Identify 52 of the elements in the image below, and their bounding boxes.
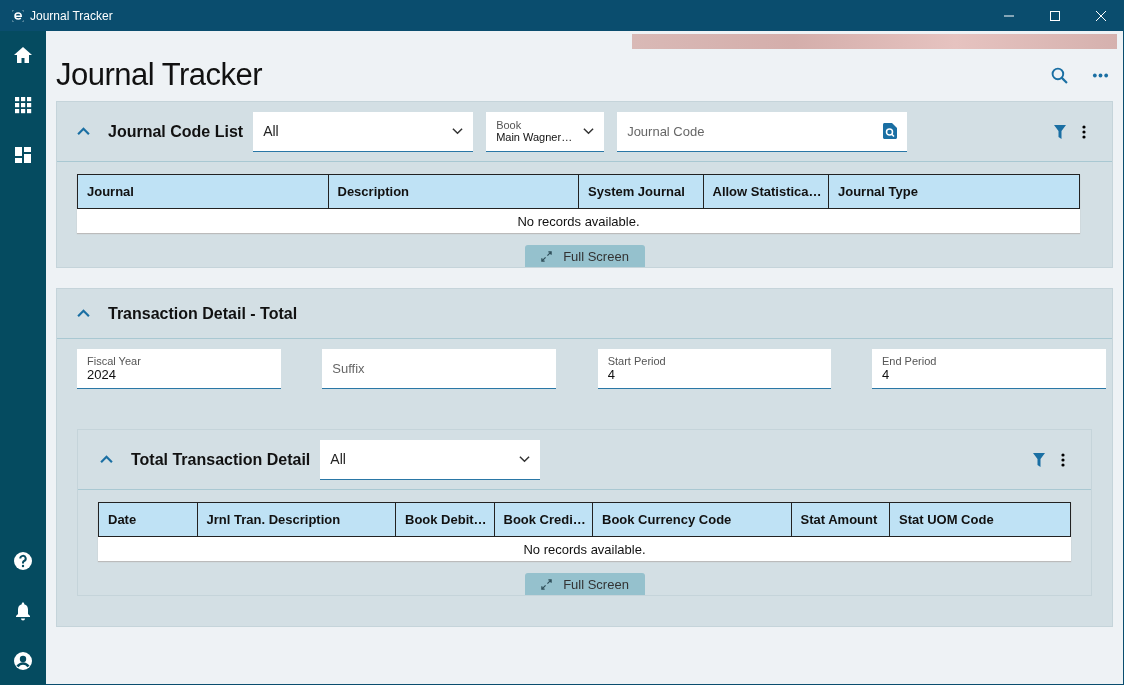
full-screen-button[interactable]: Full Screen xyxy=(524,573,645,595)
expand-arrows-icon xyxy=(540,577,554,591)
column-header[interactable]: Stat UOM Code xyxy=(889,502,1071,537)
collapse-button[interactable] xyxy=(75,125,92,138)
input-field[interactable]: Start Period 4 xyxy=(597,349,831,389)
journal-code-field[interactable]: Journal Code xyxy=(617,111,908,152)
app-logo-icon xyxy=(12,9,24,22)
more-options-icon[interactable] xyxy=(1082,124,1086,139)
chevron-down-icon xyxy=(452,127,464,135)
more-options-icon[interactable] xyxy=(1061,452,1065,467)
column-header[interactable]: System Journal xyxy=(578,174,704,209)
column-header[interactable]: Journal Type xyxy=(828,174,1080,209)
book-dropdown[interactable]: Book Main Wagner… xyxy=(486,111,605,152)
chevron-down-icon xyxy=(583,127,595,135)
collapse-button[interactable] xyxy=(98,453,115,466)
column-header[interactable]: Description xyxy=(327,174,580,209)
bell-icon[interactable] xyxy=(13,601,33,621)
empty-message: No records available. xyxy=(523,541,646,557)
home-icon[interactable] xyxy=(13,45,33,65)
account-icon[interactable] xyxy=(13,651,33,671)
grid-icon[interactable] xyxy=(13,95,33,115)
column-header[interactable]: Book Credi… xyxy=(493,502,594,537)
column-header[interactable]: Date xyxy=(98,502,198,537)
page-title: Journal Tracker xyxy=(56,57,263,93)
column-header[interactable]: Book Currency Code xyxy=(592,502,792,537)
chevron-down-icon xyxy=(519,455,531,463)
input-field[interactable]: Fiscal Year 2024 xyxy=(77,349,281,389)
filter-dropdown[interactable]: All xyxy=(253,111,474,152)
dashboard-icon[interactable] xyxy=(13,145,33,165)
filter-dropdown[interactable]: All xyxy=(320,439,541,480)
section-title: Total Transaction Detail xyxy=(131,450,311,469)
column-header[interactable]: Journal xyxy=(77,174,329,209)
lookup-icon[interactable] xyxy=(883,123,898,139)
column-header[interactable]: Allow Statistica… xyxy=(702,174,830,209)
input-field[interactable]: End Period 4 xyxy=(872,349,1106,389)
empty-message: No records available. xyxy=(517,213,640,229)
filter-icon[interactable] xyxy=(1054,124,1066,139)
full-screen-button[interactable]: Full Screen xyxy=(524,245,645,267)
search-icon[interactable] xyxy=(1051,66,1068,84)
filter-icon[interactable] xyxy=(1033,452,1045,467)
section-title: Transaction Detail - Total xyxy=(108,304,298,323)
column-header[interactable]: Jrnl Tran. Description xyxy=(196,502,397,537)
help-icon[interactable] xyxy=(13,551,33,571)
window-title: Journal Tracker xyxy=(30,8,113,23)
maximize-icon[interactable] xyxy=(1049,9,1061,22)
column-header[interactable]: Stat Amount xyxy=(790,502,891,537)
close-icon[interactable] xyxy=(1095,9,1107,22)
section-title: Journal Code List xyxy=(108,122,244,141)
column-header[interactable]: Book Debit… xyxy=(395,502,495,537)
input-field[interactable]: Suffix xyxy=(322,349,557,389)
collapse-button[interactable] xyxy=(75,307,92,320)
expand-arrows-icon xyxy=(540,249,554,263)
